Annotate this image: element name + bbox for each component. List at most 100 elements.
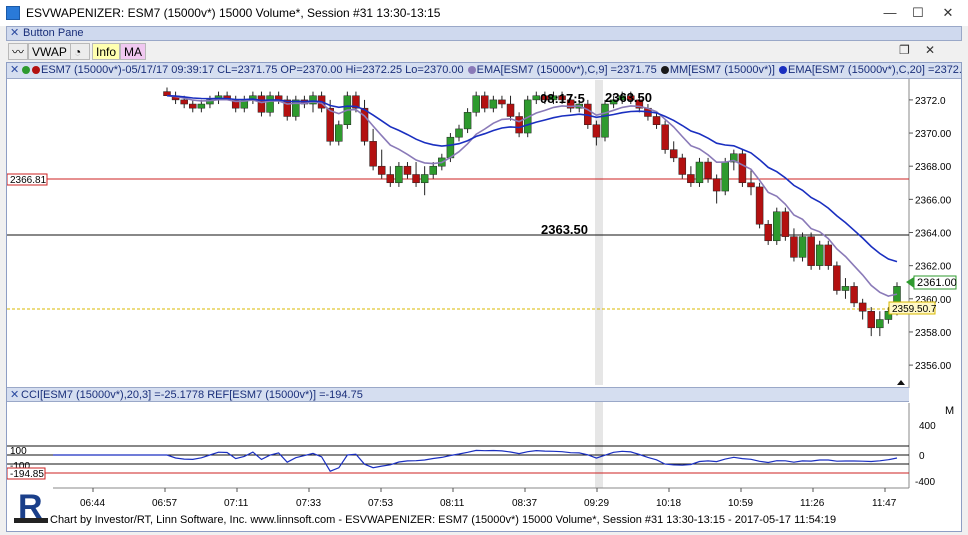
restore-icon[interactable]: ❐ — [899, 43, 910, 57]
maximize-button[interactable]: ☐ — [904, 4, 932, 22]
title-bar: ESVWAPENIZER: ESM7 (15000v*) 15000 Volum… — [0, 0, 968, 26]
down-candle — [704, 161, 712, 179]
down-candle — [712, 178, 721, 192]
time-tick-label: 08:37 — [512, 498, 537, 509]
down-candle — [669, 149, 678, 159]
down-candle — [652, 116, 661, 126]
pane-close-icon[interactable]: ✕ — [925, 43, 935, 57]
cci-info: CCI[ESM7 (15000v*),20,3] =-25.1778 — [21, 389, 205, 401]
cci-tick-neg400: -400 — [915, 477, 935, 488]
up-candle — [463, 112, 472, 130]
price-tick-label: 2368.00 — [915, 162, 952, 173]
footer-caption: Chart by Investor/RT, Linn Software, Inc… — [50, 514, 837, 526]
close-pane-icon[interactable]: ✕ — [10, 26, 19, 39]
cci-tick-400: 400 — [919, 421, 936, 432]
down-candle — [515, 116, 523, 134]
ref-info: REF[ESM7 (15000v*)] =-194.75 — [207, 389, 363, 401]
price-tick-label: 2364.00 — [915, 229, 952, 240]
price-tick-label: 2370.00 — [915, 129, 952, 140]
down-candle — [592, 124, 601, 138]
time-axis: 06:44 06:57 07:11 07:33 07:53 08:11 08:37 09:29… — [80, 488, 897, 509]
up-candle — [266, 95, 274, 113]
time-tick-label: 11:26 — [800, 498, 825, 509]
down-candle — [687, 174, 695, 184]
app-window: ESVWAPENIZER: ESM7 (15000v*) 15000 Volum… — [0, 0, 968, 535]
cci-ref-value: -194.85 — [10, 469, 44, 480]
down-candle — [506, 103, 515, 117]
time-tick-label: 11:47 — [872, 498, 897, 509]
down-candle — [369, 141, 377, 167]
candle-series — [163, 87, 901, 337]
down-candle — [661, 124, 669, 150]
time-tick-label: 07:11 — [224, 498, 249, 509]
up-candle — [446, 136, 455, 159]
window-title: ESVWAPENIZER: ESM7 (15000v*) 15000 Volum… — [26, 6, 441, 20]
up-candle — [876, 319, 884, 329]
info-button[interactable]: Info — [92, 43, 121, 60]
minimize-button[interactable]: — — [876, 4, 904, 22]
ma-button[interactable]: MA — [120, 43, 146, 60]
down-candle — [481, 95, 489, 109]
down-candle — [807, 236, 815, 266]
draw-icon[interactable]: 〰 — [8, 43, 28, 60]
down-candle — [764, 223, 772, 242]
down-candle — [326, 107, 334, 142]
up-candle — [335, 124, 343, 142]
price-tick-label: 2362.00 — [915, 262, 952, 273]
time-tick-label: 09:29 — [584, 498, 609, 509]
clock-icon[interactable]: ◔ — [70, 43, 90, 60]
down-candle — [257, 95, 266, 113]
up-candle — [455, 128, 463, 138]
up-candle — [601, 103, 609, 138]
button-pane-header: ✕ Button Pane — [6, 26, 962, 41]
vwap-button[interactable]: VWAP — [28, 43, 71, 60]
close-cci-icon[interactable]: ✕ — [10, 388, 19, 401]
down-candle — [403, 165, 412, 175]
down-candle — [867, 310, 875, 329]
down-candle — [189, 103, 197, 109]
price-tick-label: 2372.0 — [915, 96, 946, 107]
price-axis: 2372.0 2370.00 2368.00 2366.00 2364.00 2362.0… — [909, 96, 952, 372]
price-tick-label: 2356.00 — [915, 361, 952, 372]
last-price-value: 2361.00 — [917, 277, 957, 289]
button-pane-toolbar: 〰 VWAP ◔ Info MA — [6, 42, 962, 61]
time-tick-label: 07:33 — [296, 498, 321, 509]
cci-m-button[interactable]: M — [945, 405, 954, 417]
down-candle — [747, 182, 755, 188]
ema9-line — [166, 94, 898, 297]
down-candle — [781, 211, 790, 237]
cursor-price-value: 2359.50.7 — [892, 304, 937, 315]
close-button[interactable]: ✕ — [934, 4, 962, 22]
cursor-price-label: 2363.50 — [605, 90, 652, 105]
price-chart[interactable]: 2372.0 2370.00 2368.00 2366.00 2364.00 2362.0… — [7, 63, 961, 533]
chart-pane: ✕ ESM7 (15000v*)-05/17/17 09:39:17 CL=23… — [6, 43, 962, 533]
time-tick-label: 06:57 — [152, 498, 177, 509]
down-candle — [755, 186, 764, 225]
up-candle — [798, 236, 807, 258]
linn-logo: R — [14, 488, 48, 526]
cci-tick-0: 0 — [919, 451, 925, 462]
cursor-time-label: 08:17:5 — [540, 91, 585, 106]
down-candle — [377, 165, 386, 175]
cci-line — [53, 449, 898, 472]
cci-level-100: 100 — [10, 446, 27, 457]
down-candle — [790, 236, 798, 258]
price-tick-label: 2366.00 — [915, 195, 952, 206]
scroll-marker-icon[interactable] — [897, 380, 905, 385]
time-tick-label: 08:11 — [440, 498, 465, 509]
down-candle — [360, 107, 369, 142]
down-candle — [858, 302, 867, 312]
up-candle — [395, 165, 403, 184]
down-candle — [833, 265, 841, 291]
up-candle — [773, 211, 781, 242]
up-candle — [721, 161, 729, 192]
time-tick-label: 10:59 — [728, 498, 753, 509]
down-candle — [412, 174, 420, 184]
cci-header: ✕ CCI[ESM7 (15000v*),20,3] =-25.1778 REF… — [7, 387, 909, 402]
up-candle — [472, 95, 480, 113]
down-candle — [824, 244, 833, 266]
level-label: 2363.50 — [541, 222, 588, 237]
down-candle — [678, 157, 687, 175]
time-tick-label: 06:44 — [80, 498, 105, 509]
down-candle — [498, 99, 506, 105]
